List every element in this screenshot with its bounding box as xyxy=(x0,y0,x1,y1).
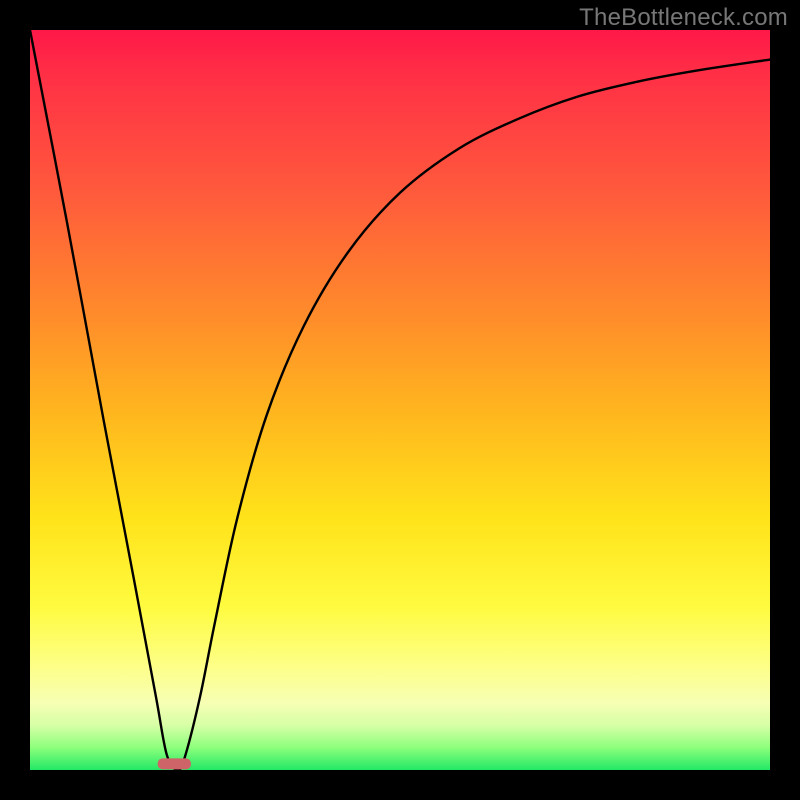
watermark-text: TheBottleneck.com xyxy=(579,4,788,32)
curve-svg xyxy=(30,30,770,770)
optimum-marker xyxy=(158,758,191,769)
plot-area xyxy=(30,30,770,770)
bottleneck-curve xyxy=(30,30,770,770)
chart-frame: TheBottleneck.com xyxy=(0,0,800,800)
